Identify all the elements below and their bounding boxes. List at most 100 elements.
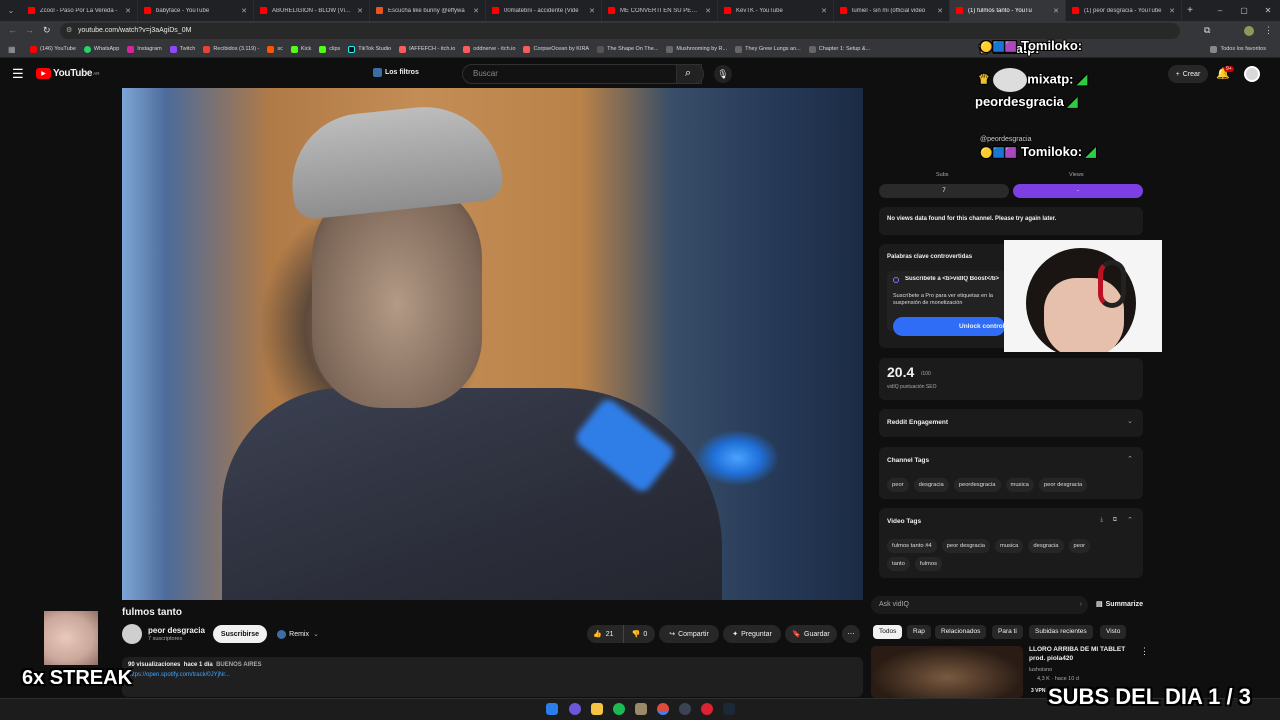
recommended-more-icon[interactable]: ⋮ — [1140, 646, 1149, 657]
remix-button[interactable]: Remix ⌄ — [272, 625, 324, 643]
close-icon[interactable]: ✕ — [125, 7, 131, 15]
forward-icon[interactable]: → — [25, 25, 34, 35]
download-icon[interactable]: ⤓ — [1100, 517, 1103, 524]
chip-related[interactable]: Relacionados — [935, 625, 987, 639]
reddit-engagement-card[interactable]: Reddit Engagement ⌄ — [879, 409, 1143, 437]
maximize-button[interactable]: ▢ — [1232, 0, 1256, 21]
bookmark-item[interactable]: Twitch — [169, 45, 195, 53]
app-icon[interactable] — [679, 703, 691, 715]
browser-tab[interactable]: Escucha like bunny @effywa ✕ — [370, 0, 486, 21]
bookmark-item[interactable]: Mushrooming by R... — [666, 45, 727, 53]
close-icon[interactable]: ✕ — [473, 7, 479, 15]
back-icon[interactable]: ← — [8, 25, 17, 35]
search-input[interactable]: Buscar — [462, 64, 702, 84]
tag-chip[interactable]: peordesgracia — [953, 478, 1001, 492]
app-icon[interactable] — [635, 703, 647, 715]
dislike-button[interactable]: 👎 0 — [623, 625, 655, 643]
minimize-button[interactable]: – — [1208, 0, 1232, 21]
tab-search-icon[interactable]: ⌄ — [0, 0, 22, 21]
chevron-up-icon[interactable]: ⌃ — [1127, 455, 1133, 463]
chevron-up-icon[interactable]: ⌃ — [1127, 516, 1133, 524]
voice-search-button[interactable]: 🎙 — [714, 65, 732, 83]
bookmark-item[interactable]: clips — [319, 45, 340, 53]
chip-watched[interactable]: Visto — [1100, 625, 1127, 639]
site-info-icon[interactable]: ⚙ — [66, 23, 72, 39]
bookmark-item[interactable]: Instagram — [127, 45, 162, 53]
close-icon[interactable]: ✕ — [241, 7, 247, 15]
bookmark-item[interactable]: sc — [267, 45, 283, 53]
bookmark-item[interactable]: Kick — [290, 45, 311, 53]
recommended-title[interactable]: LLORO ARRIBA DE MI TABLET prod. piola420 — [1029, 645, 1129, 663]
copy-icon[interactable]: ⧉ — [1113, 517, 1117, 524]
recommended-thumbnail[interactable] — [871, 646, 1023, 698]
bookmark-item[interactable]: IAFFEFCH - itch.io — [399, 45, 455, 53]
extensions-icon[interactable]: ⧉ — [1204, 25, 1210, 36]
all-bookmarks[interactable]: Todos los favoritos — [1210, 45, 1266, 53]
reload-icon[interactable]: ↻ — [43, 25, 51, 36]
description-box[interactable]: 90 visualizaciones hace 1 día BUENOS AIR… — [122, 657, 863, 697]
chip-rap[interactable]: Rap — [907, 625, 931, 639]
browser-tab[interactable]: ME CONVERTI EN SU PERRO ✕ — [602, 0, 718, 21]
unlock-button[interactable]: Unlock control — [893, 317, 1005, 336]
channel-avatar[interactable] — [122, 624, 142, 644]
search-button[interactable]: ⌕ — [676, 64, 704, 84]
tag-chip[interactable]: desgracia — [913, 478, 949, 492]
bookmark-item[interactable]: WhatsApp — [83, 45, 119, 53]
tag-chip[interactable]: peor desgracia — [1038, 478, 1088, 492]
save-button[interactable]: 🔖 Guardar — [785, 625, 837, 643]
new-tab-button[interactable]: + — [1182, 5, 1198, 16]
close-icon[interactable]: ✕ — [821, 7, 827, 15]
summarize-button[interactable]: ▤ Summarize — [1096, 600, 1143, 609]
browser-tab[interactable]: ABURELIGION - BLOW (Video ✕ — [254, 0, 370, 21]
send-icon[interactable]: › — [1080, 596, 1082, 614]
description-link[interactable]: https://open.spotify.com/track/0JYjNr... — [128, 672, 230, 678]
tag-chip[interactable]: tanto — [887, 557, 910, 571]
subscribe-button[interactable]: Suscribirse — [213, 625, 267, 643]
share-button[interactable]: ↪ Compartir — [659, 625, 719, 643]
more-actions-button[interactable]: ⋯ — [842, 625, 860, 643]
tag-chip[interactable]: desgracia — [1028, 539, 1064, 553]
close-icon[interactable]: ✕ — [937, 7, 943, 15]
tag-chip[interactable]: peor — [887, 478, 909, 492]
tag-chip[interactable]: fulmos — [914, 557, 942, 571]
close-window-button[interactable]: ✕ — [1256, 0, 1280, 21]
bookmark-item[interactable]: CorpseOcean by KIRA — [523, 45, 589, 53]
browser-tab[interactable]: babyface - YouTube ✕ — [138, 0, 254, 21]
location-tag[interactable]: BUENOS AIRES — [216, 662, 261, 668]
bookmark-item[interactable]: (146) YouTube — [30, 45, 76, 53]
tag-chip[interactable]: fulmos tanto #4 — [887, 539, 937, 553]
steam-icon[interactable] — [723, 703, 735, 715]
youtube-logo[interactable]: ▶ YouTube AR — [36, 68, 99, 79]
tag-chip[interactable]: peor — [1068, 539, 1091, 553]
filters-button[interactable]: Los filtros — [373, 68, 419, 77]
tag-chip[interactable]: peor desgracia — [941, 539, 990, 553]
bookmark-item[interactable]: They Grew Lungs an... — [735, 45, 801, 53]
app-icon[interactable] — [701, 703, 713, 715]
discord-icon[interactable] — [569, 703, 581, 715]
hamburger-menu-icon[interactable]: ☰ — [12, 66, 24, 82]
ask-vidiq-input[interactable]: Ask vidIQ › — [871, 596, 1088, 614]
bookmark-item[interactable]: Chapter 1: Setup &... — [808, 45, 870, 53]
recommended-channel[interactable]: lushoisno — [1029, 667, 1052, 673]
bookmark-item[interactable]: The Shape On The... — [597, 45, 658, 53]
like-button[interactable]: 👍 21 — [587, 625, 623, 643]
chip-recent[interactable]: Subidas recientes — [1029, 625, 1093, 639]
browser-tab[interactable]: 00matebrii - accidente (Vide ✕ — [486, 0, 602, 21]
chip-all[interactable]: Todos — [873, 625, 903, 639]
browser-tab[interactable]: KevTK - YouTube ✕ — [718, 0, 834, 21]
chevron-down-icon[interactable]: ⌄ — [1127, 417, 1133, 425]
bookmark-item[interactable]: TikTok Studio — [348, 45, 391, 53]
chrome-icon[interactable] — [657, 703, 669, 715]
close-icon[interactable]: ✕ — [705, 7, 711, 15]
close-icon[interactable]: ✕ — [1169, 7, 1175, 15]
video-player[interactable] — [122, 88, 863, 600]
file-explorer-icon[interactable] — [591, 703, 603, 715]
profile-avatar[interactable] — [1244, 26, 1254, 36]
tag-chip[interactable]: musica — [995, 539, 1024, 553]
spotify-icon[interactable] — [613, 703, 625, 715]
apps-icon[interactable]: ▦ — [8, 45, 16, 54]
ask-button[interactable]: ✦ Preguntar — [723, 625, 781, 643]
browser-tab[interactable]: lumiel - sin mi (official video ✕ — [834, 0, 950, 21]
close-icon[interactable]: ✕ — [357, 7, 363, 15]
menu-icon[interactable]: ⋮ — [1264, 25, 1273, 36]
